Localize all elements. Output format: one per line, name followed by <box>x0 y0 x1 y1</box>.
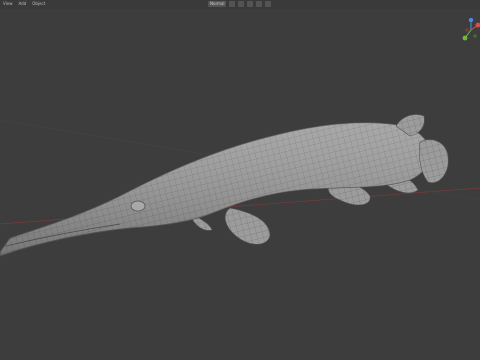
gizmo-z-icon <box>468 18 474 23</box>
3d-viewport[interactable]: View Add Object Normal <box>0 0 480 360</box>
scene-canvas[interactable] <box>0 0 480 360</box>
gar-fish-mesh[interactable] <box>0 114 449 257</box>
navigation-gizmo[interactable] <box>462 18 480 46</box>
gizmo-y-icon <box>462 35 468 41</box>
